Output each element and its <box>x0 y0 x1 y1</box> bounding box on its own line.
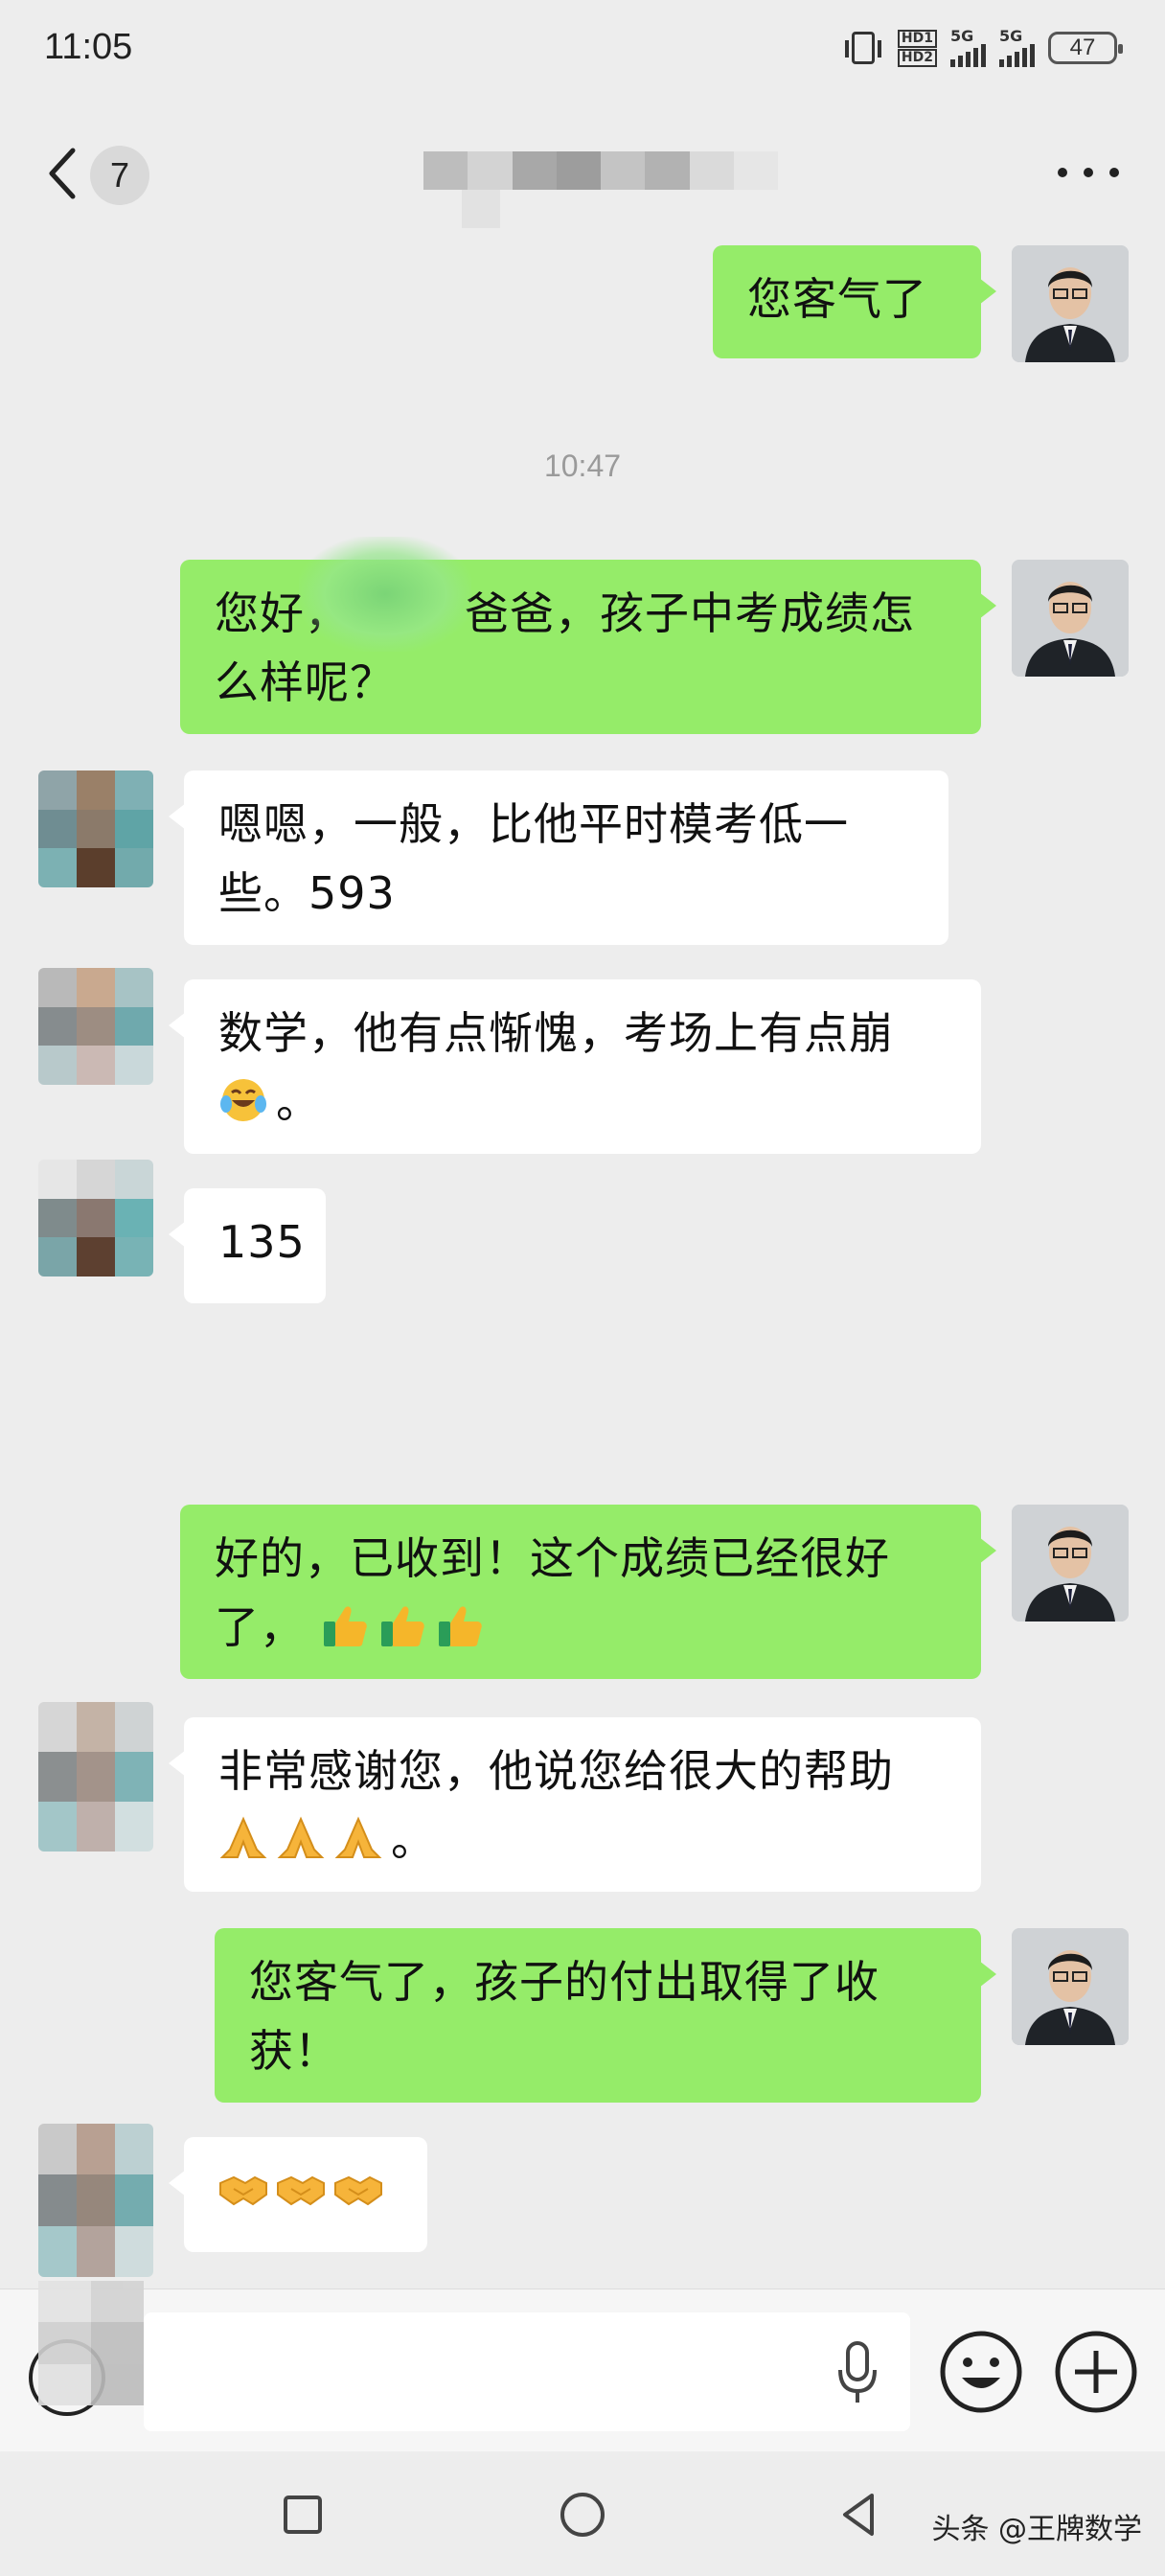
my-avatar[interactable] <box>1012 560 1129 677</box>
redaction-blur <box>299 537 471 652</box>
message-text: 。 <box>391 1814 436 1866</box>
signal-icon-1: 5G <box>950 29 986 67</box>
person-photo-icon <box>1012 560 1129 677</box>
message-text: 。 <box>276 1076 321 1128</box>
my-avatar[interactable] <box>1012 1928 1129 2045</box>
handshake-emoji <box>334 2175 382 2206</box>
message-text: 爸爸，孩子中考成绩怎 <box>465 587 915 639</box>
home-circle-icon[interactable] <box>554 2486 611 2543</box>
message-bubble-out[interactable]: 您客气了，孩子的付出取得了收 获！ <box>215 1928 996 2103</box>
hd2-label: HD2 <box>897 48 937 67</box>
title-blur-fragment <box>462 190 500 228</box>
microphone-icon[interactable] <box>834 2339 881 2406</box>
input-bar <box>0 2288 1165 2451</box>
person-photo-icon <box>1012 245 1129 362</box>
message-bubble-in[interactable]: 非常感谢您，他说您给很大的帮助 。 <box>169 1717 981 1892</box>
battery-icon: 47 <box>1048 32 1123 64</box>
message-text: 好的，已收到！这个成绩已经很好 <box>215 1532 890 1584</box>
message-text: 获！ <box>249 2025 339 2077</box>
contact-avatar[interactable] <box>38 2124 153 2277</box>
back-button[interactable]: 7 <box>46 144 151 205</box>
more-dot <box>1109 168 1119 177</box>
message-bubble-in[interactable]: 嗯嗯，一般，比他平时模考低一 些。593 <box>169 770 948 945</box>
folded-hands-emoji <box>219 1816 267 1858</box>
battery-level: 47 <box>1069 34 1096 60</box>
handshake-emoji <box>219 2175 267 2206</box>
hd-voice-icon: HD1 HD2 <box>897 29 937 67</box>
signal-icon-2: 5G <box>999 29 1035 67</box>
recents-square-icon[interactable] <box>274 2486 331 2543</box>
more-dot <box>1084 168 1093 177</box>
message-text: 您客气了 <box>747 273 927 325</box>
status-icons: HD1 HD2 5G 5G 47 <box>844 29 1123 67</box>
message-text: 些。593 <box>218 867 396 919</box>
person-photo-icon <box>1012 1505 1129 1622</box>
hd1-label: HD1 <box>897 29 937 48</box>
status-time: 11:05 <box>44 27 133 67</box>
thumbs-up-emoji <box>438 1606 482 1646</box>
message-bubble-in[interactable] <box>169 2137 427 2252</box>
thumbs-up-emoji <box>380 1606 424 1646</box>
handshake-emoji <box>277 2175 325 2206</box>
message-text: 数学，他有点惭愧，考场上有点崩 <box>218 1007 894 1059</box>
more-dot <box>1058 168 1067 177</box>
person-photo-icon <box>1012 1928 1129 2045</box>
contact-avatar[interactable] <box>38 968 153 1085</box>
message-text: 嗯嗯，一般，比他平时模考低一 <box>218 798 849 850</box>
message-bubble-in[interactable]: 数学，他有点惭愧，考场上有点崩 。 <box>169 979 981 1154</box>
network-type-2: 5G <box>999 27 1023 45</box>
message-text: 非常感谢您，他说您给很大的帮助 <box>218 1745 894 1797</box>
folded-hands-emoji <box>334 1816 382 1858</box>
message-text: 135 <box>218 1216 306 1268</box>
network-type-1: 5G <box>950 27 974 45</box>
face-with-tears-of-joy-emoji <box>220 1079 266 1121</box>
chevron-left-icon <box>49 148 76 199</box>
redaction-blur <box>38 2281 144 2405</box>
watermark: 头条 @王牌数学 <box>931 2513 1142 2546</box>
contact-avatar[interactable] <box>38 770 153 887</box>
message-bubble-out[interactable]: 好的，已收到！这个成绩已经很好 了， <box>180 1505 996 1679</box>
message-text: 么样呢？ <box>215 656 395 708</box>
unread-count-badge: 7 <box>90 146 149 205</box>
back-triangle-icon[interactable] <box>832 2486 889 2543</box>
my-avatar[interactable] <box>1012 1505 1129 1622</box>
contact-avatar[interactable] <box>38 1702 153 1852</box>
more-button[interactable] <box>1058 153 1119 192</box>
plus-icon[interactable] <box>1054 2330 1138 2414</box>
folded-hands-emoji <box>277 1816 325 1858</box>
system-navigation-bar: 头条 @王牌数学 <box>0 2451 1165 2576</box>
vibrate-icon <box>844 32 881 64</box>
message-bubble-in[interactable]: 135 <box>169 1188 326 1303</box>
my-avatar[interactable] <box>1012 245 1129 362</box>
message-input[interactable] <box>144 2312 910 2431</box>
status-bar: 11:05 HD1 HD2 5G 5G 47 <box>0 0 1165 96</box>
emoji-icon[interactable] <box>939 2330 1023 2414</box>
chat-header: 7 <box>0 115 1165 230</box>
message-bubble-out[interactable]: 您客气了 <box>713 245 996 358</box>
message-text: 了， <box>215 1601 305 1653</box>
message-text: 您客气了，孩子的付出取得了收 <box>249 1956 879 2008</box>
contact-avatar[interactable] <box>38 1160 153 1276</box>
timestamp: 10:47 <box>543 448 622 483</box>
thumbs-up-emoji <box>323 1606 367 1646</box>
